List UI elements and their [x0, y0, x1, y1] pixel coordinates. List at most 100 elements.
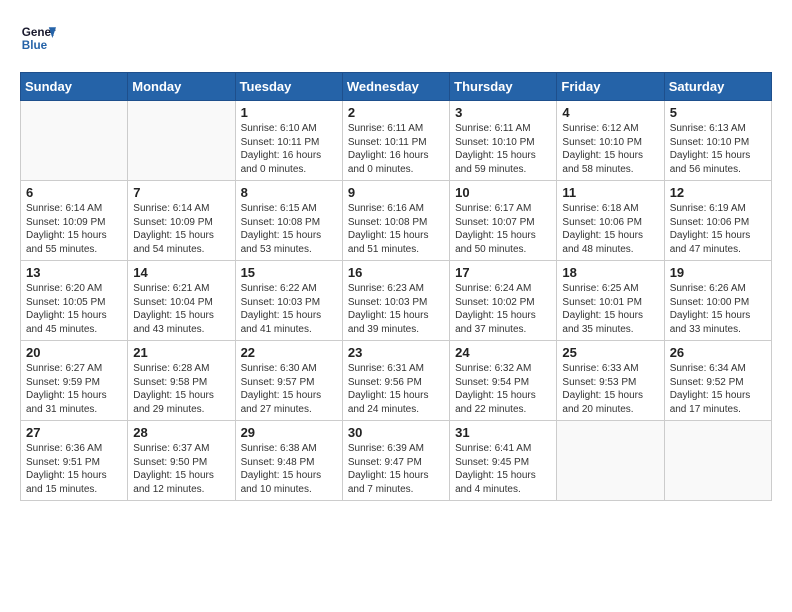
day-number: 1 — [241, 105, 337, 120]
calendar-cell: 19Sunrise: 6:26 AM Sunset: 10:00 PM Dayl… — [664, 261, 771, 341]
cell-content: Sunrise: 6:22 AM Sunset: 10:03 PM Daylig… — [241, 282, 337, 336]
cell-content: Sunrise: 6:39 AM Sunset: 9:47 PM Dayligh… — [348, 442, 444, 496]
calendar-cell: 9Sunrise: 6:16 AM Sunset: 10:08 PM Dayli… — [342, 181, 449, 261]
calendar-cell: 22 Sunrise: 6:30 AM Sunset: 9:57 PM Dayli… — [235, 341, 342, 421]
cell-content: Sunrise: 6:33 AM Sunset: 9:53 PM Dayligh… — [562, 362, 658, 416]
day-number: 26 — [670, 345, 766, 360]
day-number: 15 — [241, 265, 337, 280]
day-number: 27 — [26, 425, 122, 440]
day-number: 10 — [455, 185, 551, 200]
svg-text:Blue: Blue — [22, 39, 48, 52]
calendar-week-3: 20 Sunrise: 6:27 AM Sunset: 9:59 PM Dayli… — [21, 341, 772, 421]
day-number: 6 — [26, 185, 122, 200]
calendar-week-0: 1 Sunrise: 6:10 AM Sunset: 10:11 PM Dayli… — [21, 101, 772, 181]
day-number: 3 — [455, 105, 551, 120]
calendar-cell: 11 Sunrise: 6:18 AM Sunset: 10:06 PM Dayl… — [557, 181, 664, 261]
cell-content: Sunrise: 6:30 AM Sunset: 9:57 PM Dayligh… — [241, 362, 337, 416]
day-number: 23 — [348, 345, 444, 360]
cell-content: Sunrise: 6:32 AM Sunset: 9:54 PM Dayligh… — [455, 362, 551, 416]
calendar-cell: 21 Sunrise: 6:28 AM Sunset: 9:58 PM Dayli… — [128, 341, 235, 421]
day-number: 4 — [562, 105, 658, 120]
calendar-cell: 5Sunrise: 6:13 AM Sunset: 10:10 PM Dayli… — [664, 101, 771, 181]
day-number: 22 — [241, 345, 337, 360]
calendar-week-4: 27 Sunrise: 6:36 AM Sunset: 9:51 PM Dayli… — [21, 421, 772, 501]
calendar-cell: 28 Sunrise: 6:37 AM Sunset: 9:50 PM Dayli… — [128, 421, 235, 501]
header-monday: Monday — [128, 73, 235, 101]
cell-content: Sunrise: 6:34 AM Sunset: 9:52 PM Dayligh… — [670, 362, 766, 416]
day-number: 21 — [133, 345, 229, 360]
day-number: 17 — [455, 265, 551, 280]
cell-content: Sunrise: 6:28 AM Sunset: 9:58 PM Dayligh… — [133, 362, 229, 416]
cell-content: Sunrise: 6:19 AM Sunset: 10:06 PM Daylig… — [670, 202, 766, 256]
day-number: 9 — [348, 185, 444, 200]
cell-content: Sunrise: 6:26 AM Sunset: 10:00 PM Daylig… — [670, 282, 766, 336]
header-tuesday: Tuesday — [235, 73, 342, 101]
day-number: 11 — [562, 185, 658, 200]
header-friday: Friday — [557, 73, 664, 101]
logo: General Blue — [20, 20, 60, 56]
cell-content: Sunrise: 6:10 AM Sunset: 10:11 PM Daylig… — [241, 122, 337, 176]
calendar-cell: 31 Sunrise: 6:41 AM Sunset: 9:45 PM Dayli… — [450, 421, 557, 501]
day-number: 12 — [670, 185, 766, 200]
calendar-cell: 27 Sunrise: 6:36 AM Sunset: 9:51 PM Dayli… — [21, 421, 128, 501]
cell-content: Sunrise: 6:18 AM Sunset: 10:06 PM Daylig… — [562, 202, 658, 256]
calendar-cell: 8 Sunrise: 6:15 AM Sunset: 10:08 PM Dayli… — [235, 181, 342, 261]
cell-content: Sunrise: 6:25 AM Sunset: 10:01 PM Daylig… — [562, 282, 658, 336]
cell-content: Sunrise: 6:14 AM Sunset: 10:09 PM Daylig… — [133, 202, 229, 256]
cell-content: Sunrise: 6:36 AM Sunset: 9:51 PM Dayligh… — [26, 442, 122, 496]
cell-content: Sunrise: 6:41 AM Sunset: 9:45 PM Dayligh… — [455, 442, 551, 496]
calendar-cell: 20 Sunrise: 6:27 AM Sunset: 9:59 PM Dayli… — [21, 341, 128, 421]
calendar-cell: 14 Sunrise: 6:21 AM Sunset: 10:04 PM Dayl… — [128, 261, 235, 341]
logo-icon: General Blue — [20, 20, 56, 56]
cell-content: Sunrise: 6:12 AM Sunset: 10:10 PM Daylig… — [562, 122, 658, 176]
day-number: 25 — [562, 345, 658, 360]
calendar-cell: 29Sunrise: 6:38 AM Sunset: 9:48 PM Dayli… — [235, 421, 342, 501]
calendar-cell — [128, 101, 235, 181]
day-number: 16 — [348, 265, 444, 280]
day-number: 5 — [670, 105, 766, 120]
cell-content: Sunrise: 6:27 AM Sunset: 9:59 PM Dayligh… — [26, 362, 122, 416]
calendar-cell — [21, 101, 128, 181]
calendar-cell: 25 Sunrise: 6:33 AM Sunset: 9:53 PM Dayli… — [557, 341, 664, 421]
day-number: 14 — [133, 265, 229, 280]
header-sunday: Sunday — [21, 73, 128, 101]
calendar-cell: 18 Sunrise: 6:25 AM Sunset: 10:01 PM Dayl… — [557, 261, 664, 341]
calendar-cell: 4 Sunrise: 6:12 AM Sunset: 10:10 PM Dayli… — [557, 101, 664, 181]
page-header: General Blue — [20, 20, 772, 56]
day-number: 2 — [348, 105, 444, 120]
calendar-cell: 13 Sunrise: 6:20 AM Sunset: 10:05 PM Dayl… — [21, 261, 128, 341]
calendar-table: SundayMondayTuesdayWednesdayThursdayFrid… — [20, 72, 772, 501]
cell-content: Sunrise: 6:20 AM Sunset: 10:05 PM Daylig… — [26, 282, 122, 336]
cell-content: Sunrise: 6:24 AM Sunset: 10:02 PM Daylig… — [455, 282, 551, 336]
cell-content: Sunrise: 6:31 AM Sunset: 9:56 PM Dayligh… — [348, 362, 444, 416]
calendar-cell — [557, 421, 664, 501]
day-number: 31 — [455, 425, 551, 440]
day-number: 18 — [562, 265, 658, 280]
header-wednesday: Wednesday — [342, 73, 449, 101]
header-thursday: Thursday — [450, 73, 557, 101]
day-number: 30 — [348, 425, 444, 440]
cell-content: Sunrise: 6:15 AM Sunset: 10:08 PM Daylig… — [241, 202, 337, 256]
calendar-cell: 2Sunrise: 6:11 AM Sunset: 10:11 PM Dayli… — [342, 101, 449, 181]
calendar-cell: 3 Sunrise: 6:11 AM Sunset: 10:10 PM Dayli… — [450, 101, 557, 181]
day-number: 20 — [26, 345, 122, 360]
calendar-cell: 1 Sunrise: 6:10 AM Sunset: 10:11 PM Dayli… — [235, 101, 342, 181]
day-number: 28 — [133, 425, 229, 440]
day-number: 24 — [455, 345, 551, 360]
cell-content: Sunrise: 6:21 AM Sunset: 10:04 PM Daylig… — [133, 282, 229, 336]
calendar-cell: 15 Sunrise: 6:22 AM Sunset: 10:03 PM Dayl… — [235, 261, 342, 341]
cell-content: Sunrise: 6:14 AM Sunset: 10:09 PM Daylig… — [26, 202, 122, 256]
day-number: 13 — [26, 265, 122, 280]
calendar-week-1: 6 Sunrise: 6:14 AM Sunset: 10:09 PM Dayli… — [21, 181, 772, 261]
cell-content: Sunrise: 6:37 AM Sunset: 9:50 PM Dayligh… — [133, 442, 229, 496]
calendar-cell: 6 Sunrise: 6:14 AM Sunset: 10:09 PM Dayli… — [21, 181, 128, 261]
day-number: 29 — [241, 425, 337, 440]
cell-content: Sunrise: 6:11 AM Sunset: 10:10 PM Daylig… — [455, 122, 551, 176]
header-saturday: Saturday — [664, 73, 771, 101]
day-number: 7 — [133, 185, 229, 200]
calendar-cell: 16Sunrise: 6:23 AM Sunset: 10:03 PM Dayl… — [342, 261, 449, 341]
day-number: 8 — [241, 185, 337, 200]
cell-content: Sunrise: 6:17 AM Sunset: 10:07 PM Daylig… — [455, 202, 551, 256]
calendar-cell: 12 Sunrise: 6:19 AM Sunset: 10:06 PM Dayl… — [664, 181, 771, 261]
calendar-cell: 23 Sunrise: 6:31 AM Sunset: 9:56 PM Dayli… — [342, 341, 449, 421]
